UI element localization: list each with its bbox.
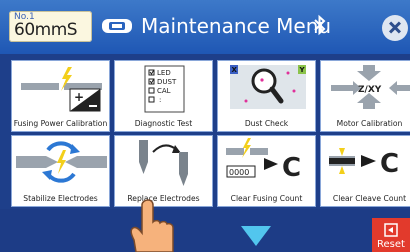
- program-name: 60mmS: [14, 20, 78, 40]
- pointing-hand-icon: [130, 199, 174, 252]
- fusing-power-icon: +: [21, 67, 102, 112]
- motor-calibration-icon: Z/XY: [331, 65, 410, 109]
- tile-label: Stabilize Electrodes: [23, 194, 98, 203]
- clear-fusing-count-icon: 0000 C: [226, 138, 301, 183]
- reset-label: Reset: [377, 239, 405, 250]
- splicer-icon: [102, 19, 132, 33]
- stabilize-electrodes-icon: [16, 141, 107, 183]
- title-bar: No.1 60mmS Maintenance Menu: [0, 0, 410, 54]
- tile-clear-fusing-count[interactable]: 0000 C Clear Fusing Count: [217, 135, 316, 207]
- page-down-arrow-icon[interactable]: [241, 226, 271, 246]
- axis-label: Z/XY: [358, 85, 382, 95]
- tile-stabilize-electrodes[interactable]: Stabilize Electrodes: [11, 135, 110, 207]
- dust-check-icon: X Y: [230, 65, 306, 109]
- tile-motor-calibration[interactable]: Z/XY Motor Calibration: [320, 60, 410, 132]
- tile-label: Clear Fusing Count: [230, 194, 303, 203]
- reset-icon: [384, 223, 398, 237]
- checklist-item: CAL: [157, 87, 171, 95]
- reset-glyph: C: [282, 153, 301, 183]
- bluetooth-icon: [314, 14, 326, 36]
- checklist-item: DUST: [157, 78, 177, 86]
- tile-label: Clear Cleave Count: [332, 194, 407, 203]
- tile-label: Dust Check: [244, 119, 289, 128]
- page-title: Maintenance Menu: [141, 14, 332, 38]
- reset-button[interactable]: Reset: [372, 218, 410, 252]
- checklist-item: :: [159, 96, 161, 104]
- x-camera-label: X: [232, 66, 238, 74]
- clear-cleave-count-icon: C: [329, 148, 399, 179]
- tile-diagnostic-test[interactable]: LED DUST CAL : Diagnostic Test: [114, 60, 213, 132]
- checklist-item: LED: [157, 69, 171, 77]
- menu-grid: + Fusing Power Calibration LED DUST CAL …: [0, 54, 410, 209]
- tile-fusing-power-calibration[interactable]: + Fusing Power Calibration: [11, 60, 110, 132]
- tile-label: Motor Calibration: [336, 119, 403, 128]
- tile-dust-check[interactable]: X Y Dust Check: [217, 60, 316, 132]
- bottom-bar: [0, 209, 410, 252]
- fusing-counter: 0000: [229, 168, 249, 177]
- tile-label: Fusing Power Calibration: [13, 119, 108, 128]
- checklist-icon: LED DUST CAL :: [144, 65, 185, 113]
- tile-label: Diagnostic Test: [134, 119, 193, 128]
- tile-clear-cleave-count[interactable]: C Clear Cleave Count: [320, 135, 410, 207]
- svg-text:+: +: [74, 90, 84, 104]
- reset-glyph: C: [380, 149, 399, 179]
- close-button[interactable]: [382, 15, 408, 41]
- y-camera-label: Y: [299, 66, 306, 74]
- replace-electrodes-icon: [139, 140, 188, 186]
- program-indicator[interactable]: No.1 60mmS: [9, 11, 92, 42]
